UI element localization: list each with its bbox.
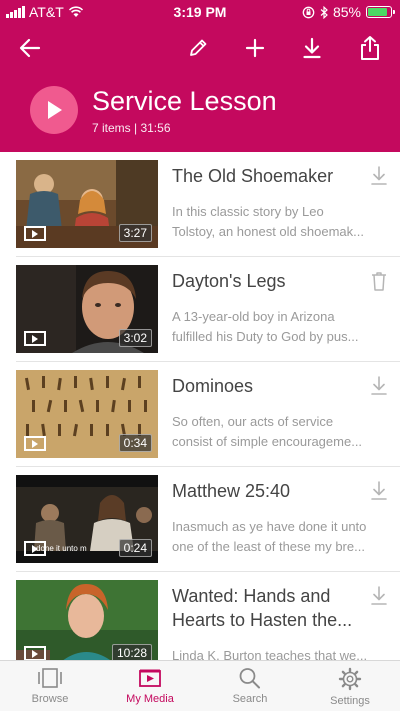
video-description-line: So often, our acts of service xyxy=(172,414,334,429)
video-description-line: In this classic story by Leo xyxy=(172,204,324,219)
video-item-old-shoemaker[interactable]: 3:27 The Old Shoemaker In this classic s… xyxy=(0,152,400,252)
status-right: 85% xyxy=(302,4,395,20)
trash-icon xyxy=(372,272,386,291)
tab-settings[interactable]: Settings xyxy=(300,661,400,711)
status-bar: AT&T 3:19 PM 85% xyxy=(0,0,400,24)
back-button[interactable] xyxy=(12,30,48,66)
gear-icon xyxy=(338,667,362,691)
tab-label: Browse xyxy=(31,693,69,705)
video-description-line: A 13-year-old boy in Arizona xyxy=(172,309,335,324)
playlist-summary: 7 items | 31:56 xyxy=(92,121,171,135)
video-duration: 0:34 xyxy=(118,434,152,452)
video-title: Dayton's Legs xyxy=(172,271,286,291)
video-duration: 3:27 xyxy=(118,224,152,242)
page-title: Service Lesson xyxy=(92,86,277,116)
search-icon xyxy=(239,668,260,689)
battery-percent: 85% xyxy=(332,4,361,20)
video-description-line: Tolstoy, an honest old shoemak... xyxy=(172,224,364,239)
video-description-line: consist of simple encourageme... xyxy=(172,434,363,449)
download-button[interactable] xyxy=(368,479,390,503)
tab-bar: Browse My Media Search Settings xyxy=(0,660,400,711)
video-item-dominoes[interactable]: 0:34 Dominoes So often, our acts of serv… xyxy=(0,362,400,462)
video-description-line: Linda K. Burton teaches that we... xyxy=(172,648,368,660)
video-title-line: Wanted: Hands and xyxy=(172,586,331,606)
video-item-matthew-25-40[interactable]: done it unto m 0:24 Matthew 25:40 Inasmu… xyxy=(0,467,400,567)
video-list[interactable]: 3:27 The Old Shoemaker In this classic s… xyxy=(0,152,400,660)
video-description-line: fulfilled his Duty to God by pus... xyxy=(172,329,359,344)
video-thumbnail[interactable]: done it unto m 0:24 xyxy=(16,475,158,563)
tab-label: Search xyxy=(232,693,268,705)
download-all-button[interactable] xyxy=(294,30,330,66)
share-icon xyxy=(361,36,379,60)
playlist-header: Service Lesson 7 items | 31:56 xyxy=(0,24,400,152)
download-icon xyxy=(371,166,387,185)
tab-browse[interactable]: Browse xyxy=(0,661,100,711)
video-type-icon xyxy=(24,646,46,660)
video-title: Dominoes xyxy=(172,376,254,396)
video-thumbnail[interactable]: 3:02 xyxy=(16,265,158,353)
tab-my-media[interactable]: My Media xyxy=(100,661,200,711)
rotation-lock-icon xyxy=(302,6,315,18)
download-icon xyxy=(371,481,387,500)
share-button[interactable] xyxy=(352,30,388,66)
video-duration: 0:24 xyxy=(118,539,152,557)
video-thumbnail[interactable]: 3:27 xyxy=(16,160,158,248)
video-description-line: one of the least of these my bre... xyxy=(172,539,365,554)
video-type-icon xyxy=(24,331,46,346)
tab-label: Settings xyxy=(330,695,370,707)
download-button[interactable] xyxy=(368,584,390,608)
my-media-icon xyxy=(139,669,161,687)
video-caption: done it unto m xyxy=(36,544,87,553)
video-thumbnail[interactable]: 10:28 xyxy=(16,580,158,660)
download-button[interactable] xyxy=(368,164,390,188)
download-icon xyxy=(371,376,387,395)
play-icon xyxy=(48,101,62,119)
video-title: Matthew 25:40 xyxy=(172,481,291,501)
video-type-icon xyxy=(24,226,46,241)
download-icon xyxy=(371,586,387,605)
edit-pencil-icon xyxy=(190,39,207,56)
video-item-daytons-legs[interactable]: 3:02 Dayton's Legs A 13-year-old boy in … xyxy=(0,257,400,357)
video-title-line: Hearts to Hasten the... xyxy=(172,610,353,630)
video-duration: 3:02 xyxy=(118,329,152,347)
video-item-wanted-hands-and-hearts[interactable]: 10:28 Wanted: Hands and Hearts to Hasten… xyxy=(0,572,400,660)
download-button[interactable] xyxy=(368,374,390,398)
download-icon xyxy=(303,37,321,59)
video-thumbnail[interactable]: 0:34 xyxy=(16,370,158,458)
delete-button[interactable] xyxy=(368,269,390,293)
video-type-icon xyxy=(24,436,46,451)
edit-button[interactable] xyxy=(180,30,216,66)
bluetooth-icon xyxy=(320,5,328,19)
video-title: The Old Shoemaker xyxy=(172,166,334,186)
add-button[interactable] xyxy=(237,30,273,66)
play-all-button[interactable] xyxy=(30,86,78,134)
video-duration: 10:28 xyxy=(111,644,152,660)
video-description-line: Inasmuch as ye have done it unto xyxy=(172,519,367,534)
tab-label: My Media xyxy=(126,693,174,705)
add-plus-icon xyxy=(245,38,265,58)
browse-icon xyxy=(38,668,62,688)
tab-search[interactable]: Search xyxy=(200,661,300,711)
battery-icon xyxy=(366,6,395,18)
back-arrow-icon xyxy=(19,38,41,58)
video-title: Wanted: Hands and Hearts to Hasten the..… xyxy=(172,584,362,632)
